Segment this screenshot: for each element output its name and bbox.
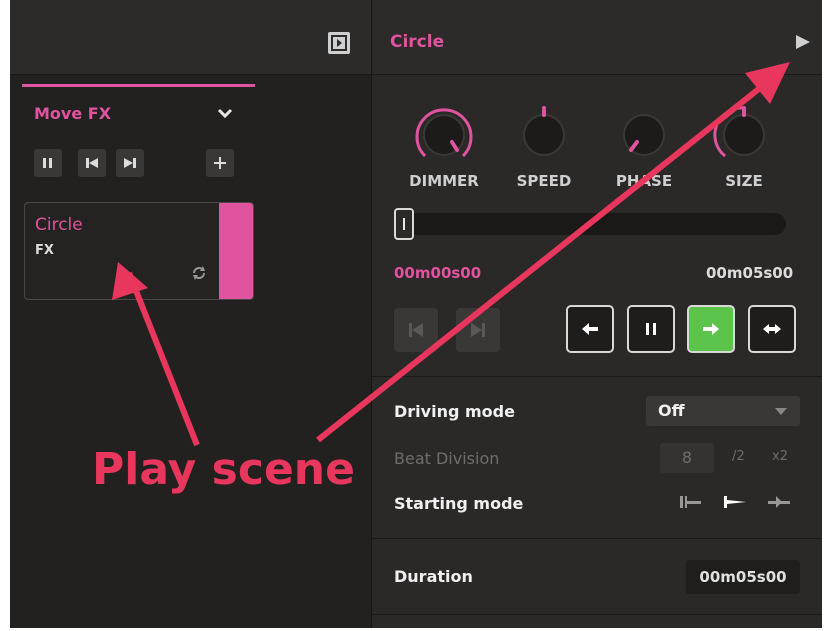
- duration-field[interactable]: 00m05s00: [686, 560, 800, 594]
- phase-knob[interactable]: [609, 100, 679, 170]
- play-scene-icon[interactable]: [794, 33, 812, 55]
- speed-knob[interactable]: [509, 100, 579, 170]
- starting-mode-label: Starting mode: [394, 494, 524, 513]
- previous-button[interactable]: [78, 149, 106, 177]
- active-tab-indicator: [22, 84, 255, 87]
- driving-mode-value: Off: [658, 401, 685, 420]
- forward-direction-button[interactable]: [687, 305, 735, 353]
- scene-card-circle[interactable]: Circle FX: [24, 202, 254, 300]
- scene-card-name: Circle: [35, 215, 83, 235]
- chevron-down-icon[interactable]: [214, 102, 236, 128]
- chevron-down-icon: [775, 408, 787, 415]
- dimmer-knob[interactable]: [409, 100, 479, 170]
- size-label: SIZE: [725, 172, 763, 190]
- size-knob[interactable]: [709, 100, 779, 170]
- left-panel-header: [10, 0, 371, 75]
- divider: [372, 614, 822, 615]
- step-back-button[interactable]: [394, 308, 438, 352]
- loop-icon: [191, 265, 207, 285]
- timeline-slider-thumb[interactable]: [394, 208, 414, 240]
- scene-list-header[interactable]: Move FX: [34, 104, 111, 123]
- app-window: Move FX Circle FX Circle DIMMER SPEED PH…: [10, 0, 822, 628]
- scene-editor-panel: Circle DIMMER SPEED PHASE SIZE 00m00s00 …: [371, 0, 822, 628]
- scene-editor-header: Circle: [372, 0, 822, 75]
- add-scene-button[interactable]: [206, 149, 234, 177]
- beat-division-label: Beat Division: [394, 449, 500, 468]
- reverse-direction-button[interactable]: [566, 305, 614, 353]
- scene-card-type: FX: [35, 243, 54, 258]
- pause-button[interactable]: [627, 305, 675, 353]
- start-from-beginning-icon[interactable]: [678, 492, 704, 516]
- scene-color-strip: [219, 203, 253, 299]
- total-time: 00m05s00: [706, 264, 794, 282]
- dimmer-label: DIMMER: [409, 172, 479, 190]
- step-forward-button[interactable]: [456, 308, 500, 352]
- scene-title: Circle: [390, 32, 445, 52]
- next-button[interactable]: [116, 149, 144, 177]
- beat-half-button[interactable]: /2: [732, 449, 745, 464]
- start-random-icon[interactable]: [766, 492, 792, 516]
- timeline-slider[interactable]: [394, 213, 786, 235]
- speed-label: SPEED: [516, 172, 572, 190]
- start-from-current-icon[interactable]: [722, 492, 748, 516]
- current-time: 00m00s00: [394, 264, 482, 282]
- divider: [372, 376, 822, 377]
- bounce-direction-button[interactable]: [748, 305, 796, 353]
- beat-division-field[interactable]: 8: [660, 443, 714, 473]
- driving-mode-select[interactable]: Off: [646, 396, 800, 426]
- duration-label: Duration: [394, 567, 473, 586]
- driving-mode-label: Driving mode: [394, 402, 515, 421]
- phase-label: PHASE: [615, 172, 673, 190]
- beat-double-button[interactable]: x2: [772, 449, 788, 464]
- panel-toggle-icon[interactable]: [328, 32, 350, 54]
- pause-all-button[interactable]: [34, 149, 62, 177]
- divider: [372, 538, 822, 539]
- scene-list-panel: Move FX Circle FX: [10, 0, 371, 628]
